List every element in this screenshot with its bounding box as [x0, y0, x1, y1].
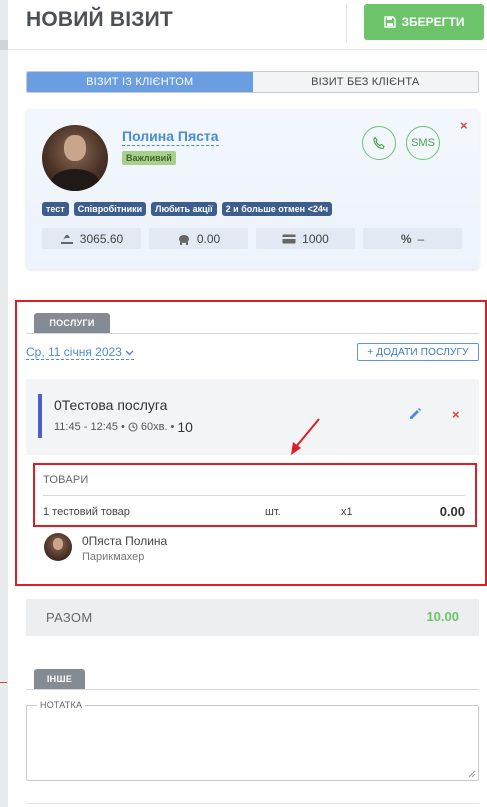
goods-item-qty: x1 — [341, 506, 353, 518]
call-button[interactable] — [362, 126, 396, 160]
master-name: 0Пяста Полина — [82, 534, 168, 548]
wallet-icon — [60, 234, 73, 244]
percent-icon: % — [400, 231, 412, 246]
client-tag: Співробітники — [73, 202, 147, 216]
visit-type-toggle: ВІЗИТ ІЗ КЛІЄНТОМ ВІЗИТ БЕЗ КЛІЄНТА — [26, 71, 479, 93]
stat-balance: 0.00 — [149, 228, 248, 249]
goods-item-total: 0.00 — [439, 504, 465, 519]
service-count: 10 — [177, 419, 193, 435]
bottom-divider — [26, 803, 479, 804]
client-avatar — [42, 125, 108, 191]
note-field[interactable]: НОТАТКА — [26, 700, 479, 781]
goods-item-unit: шт. — [265, 506, 281, 518]
client-card: Полина Пяста Важливий SMS × тест Співроб… — [26, 109, 479, 269]
visit-without-client-option[interactable]: ВІЗИТ БЕЗ КЛІЄНТА — [252, 72, 478, 92]
credit-card-icon — [282, 234, 296, 243]
goods-item-name: 1 тестовий товар — [43, 506, 130, 518]
master-avatar — [44, 533, 72, 561]
client-name-link[interactable]: Полина Пяста — [122, 128, 219, 146]
goods-title: ТОВАРИ — [43, 474, 89, 486]
section-divider — [26, 689, 479, 690]
meta-separator: • — [170, 421, 175, 433]
stat-discount: % – — [363, 228, 462, 249]
phone-icon — [373, 136, 385, 150]
client-status-badge: Важливий — [122, 151, 176, 165]
total-bar: РАЗОМ 10.00 — [26, 599, 479, 636]
client-tag: тест — [42, 202, 69, 216]
goods-divider — [43, 495, 465, 496]
chevron-down-icon — [125, 350, 134, 355]
close-icon[interactable]: × — [460, 119, 468, 132]
header-divider — [346, 4, 347, 42]
meta-separator: • — [121, 421, 125, 433]
background-overlay-strip — [0, 0, 8, 807]
service-color-bar — [38, 394, 42, 438]
service-duration: 60хв. — [140, 421, 168, 433]
service-card[interactable]: 0Тестова послуга 11:45 - 12:45 • 60хв. •… — [26, 379, 479, 455]
goods-section: ТОВАРИ 1 тестовий товар шт. x1 0.00 — [33, 463, 477, 527]
client-tags: тест Співробітники Любить акції 2 и боль… — [42, 202, 333, 216]
save-icon — [383, 16, 396, 28]
service-name: 0Тестова послуга — [54, 397, 168, 413]
service-meta: 11:45 - 12:45 • 60хв. • 10 — [54, 419, 193, 435]
stat-card: 1000 — [256, 228, 355, 249]
panel-header: НОВИЙ ВІЗИТ ЗБЕРЕГТИ — [8, 0, 487, 50]
total-value: 10.00 — [426, 609, 459, 624]
master-role: Парикмахер — [82, 551, 145, 563]
add-service-button[interactable]: + ДОДАТИ ПОСЛУГУ — [357, 343, 479, 361]
total-label: РАЗОМ — [46, 610, 93, 625]
save-button[interactable]: ЗБЕРЕГТИ — [364, 4, 484, 40]
date-selector[interactable]: Ср, 11 січня 2023 — [26, 345, 134, 360]
resize-handle-icon[interactable] — [468, 770, 476, 778]
service-time: 11:45 - 12:45 — [54, 421, 119, 433]
pencil-icon[interactable] — [408, 407, 422, 421]
piggy-bank-icon — [178, 234, 189, 245]
client-tag: 2 и больше отмен <24ч — [221, 202, 333, 216]
background-marker — [0, 682, 7, 683]
visit-with-client-option[interactable]: ВІЗИТ ІЗ КЛІЄНТОМ — [27, 72, 253, 92]
sms-button[interactable]: SMS — [406, 126, 440, 160]
note-label: НОТАТКА — [37, 700, 86, 710]
clock-icon — [128, 422, 138, 432]
new-visit-panel: НОВИЙ ВІЗИТ ЗБЕРЕГТИ ВІЗИТ ІЗ КЛІЄНТОМ В… — [8, 0, 487, 807]
tab-services: ПОСЛУГИ — [34, 313, 110, 333]
sms-icon: SMS — [411, 137, 435, 149]
tab-other: ІНШЕ — [34, 669, 85, 689]
stat-spent: 3065.60 — [42, 228, 141, 249]
section-divider — [26, 333, 479, 334]
delete-service-icon[interactable]: × — [452, 408, 460, 421]
client-tag: Любить акції — [151, 202, 217, 216]
save-button-label: ЗБЕРЕГТИ — [401, 15, 465, 29]
client-stats: 3065.60 0.00 1000 % – — [42, 228, 462, 249]
page-title: НОВИЙ ВІЗИТ — [26, 8, 173, 31]
